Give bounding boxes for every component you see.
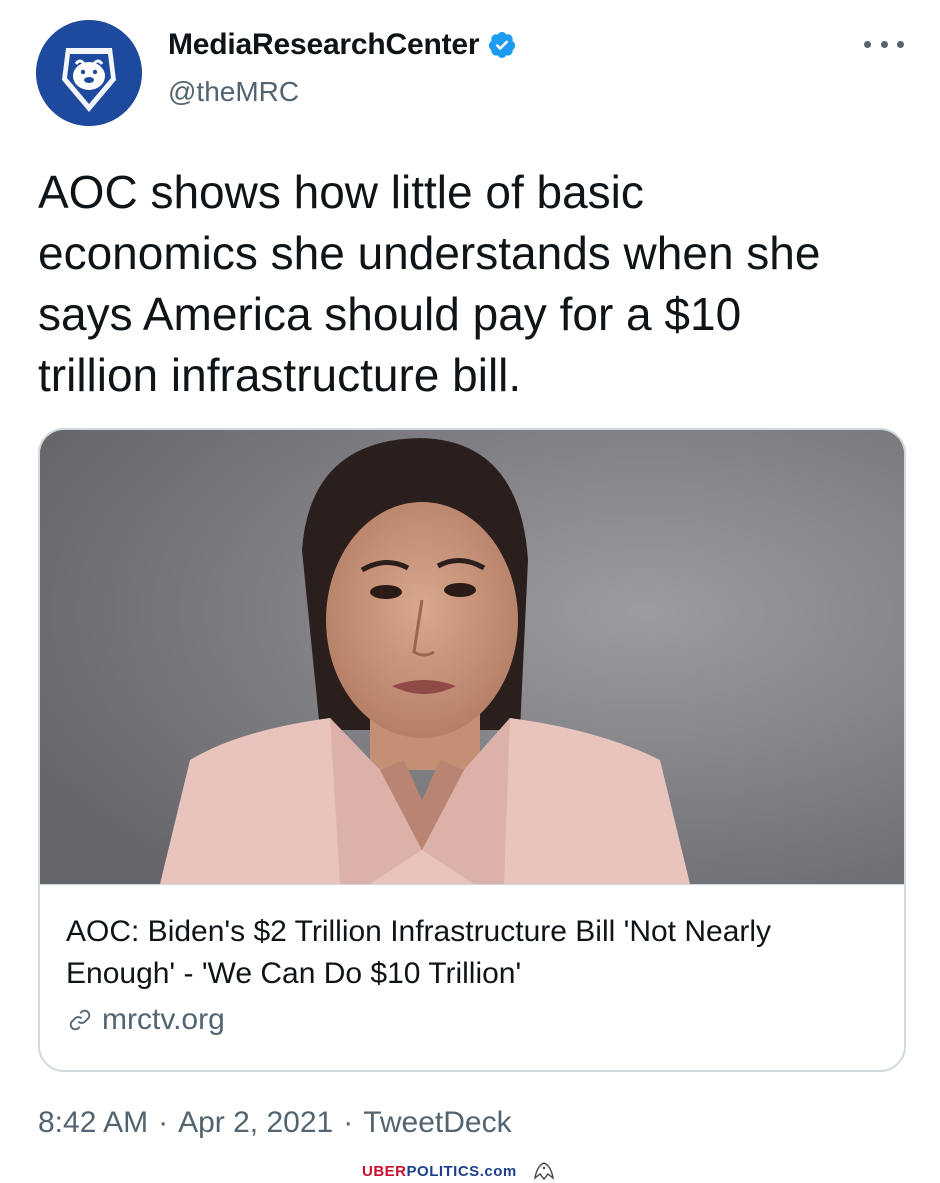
tweet-meta: 8:42 AM · Apr 2, 2021 · TweetDeck	[38, 1106, 512, 1140]
tweet-date[interactable]: Apr 2, 2021	[178, 1106, 333, 1140]
card-title[interactable]: AOC: Biden's $2 Trillion Infrastructure …	[66, 911, 866, 995]
bulldog-logo-icon	[36, 20, 142, 126]
watermark-part3: .com	[479, 1162, 517, 1180]
card-domain[interactable]: mrctv.org	[102, 1003, 225, 1037]
card-body[interactable]: AOC: Biden's $2 Trillion Infrastructure …	[40, 884, 904, 1070]
card-domain-row[interactable]: mrctv.org	[66, 1003, 225, 1037]
dot	[864, 40, 871, 48]
meta-separator: ·	[343, 1106, 354, 1139]
eagle-icon	[533, 1162, 554, 1181]
watermark-text: UBERPOLITICS.com	[362, 1163, 517, 1180]
watermark: UBERPOLITICS.com	[362, 1160, 557, 1182]
author-name-row[interactable]: MediaResearchCenter	[168, 28, 517, 62]
link-icon	[69, 1009, 91, 1031]
author-avatar[interactable]	[36, 20, 142, 126]
author-handle[interactable]: @theMRC	[168, 76, 299, 108]
photo-woman-pink-blazer-icon	[40, 430, 904, 884]
verified-badge-icon	[489, 31, 516, 58]
link-preview-card[interactable]: AOC: Biden's $2 Trillion Infrastructure …	[38, 428, 906, 1072]
tweet: MediaResearchCenter @theMRC AOC shows ho…	[0, 0, 940, 1183]
meta-separator: ·	[158, 1106, 169, 1139]
tweet-source[interactable]: TweetDeck	[363, 1106, 511, 1140]
tweet-time[interactable]: 8:42 AM	[38, 1106, 148, 1140]
more-horizontal-icon[interactable]	[864, 32, 904, 56]
watermark-part2: POLITICS	[406, 1162, 480, 1180]
card-image[interactable]	[40, 430, 904, 884]
author-display-name[interactable]: MediaResearchCenter	[168, 28, 480, 62]
dot	[880, 40, 888, 48]
tweet-text: AOC shows how little of basic economics …	[38, 166, 821, 401]
watermark-part1: UBER	[362, 1162, 407, 1180]
dot	[897, 40, 904, 48]
